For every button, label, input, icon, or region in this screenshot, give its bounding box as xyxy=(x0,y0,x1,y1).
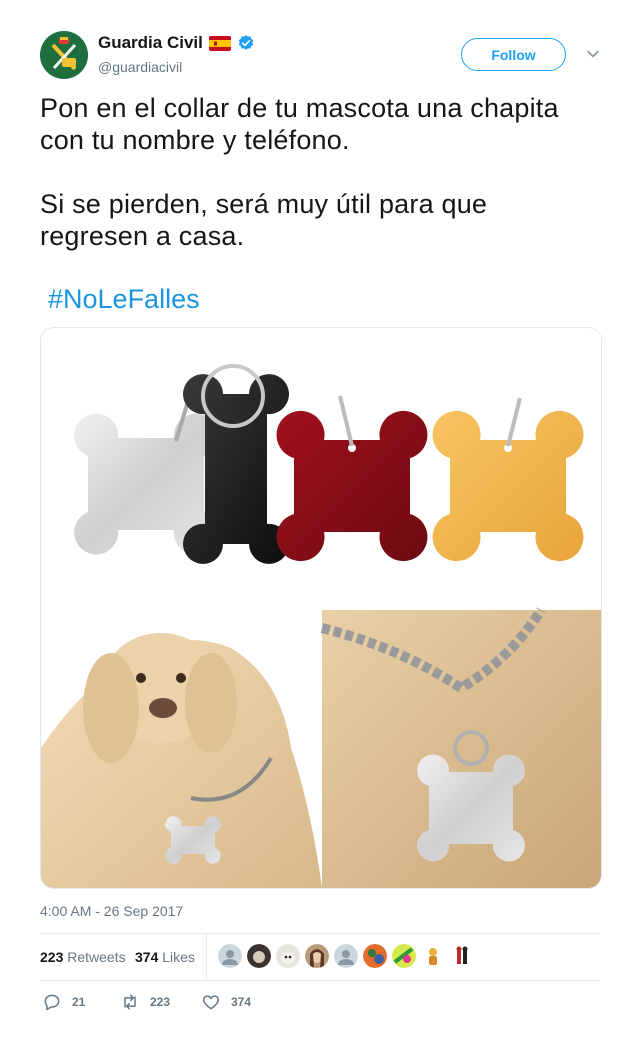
likes-label: Likes xyxy=(162,949,195,965)
retweets-label: Retweets xyxy=(67,949,126,965)
tweet-text-line-1: Pon en el collar de tu mascota una chapi… xyxy=(40,93,559,155)
heart-icon xyxy=(202,995,220,1010)
tweet-text: Pon en el collar de tu mascota una chapi… xyxy=(40,92,600,252)
tweet-text-line-2: Si se pierden, será muy útil para que re… xyxy=(40,189,488,251)
liker-avatar[interactable] xyxy=(392,944,416,968)
chevron-down-icon[interactable] xyxy=(586,47,600,61)
liker-avatar[interactable] xyxy=(363,944,387,968)
retweet-icon xyxy=(124,994,136,1010)
pet-tags-photo xyxy=(41,328,601,888)
liker-avatar[interactable] xyxy=(305,944,329,968)
retweets-stat[interactable]: 223 Retweets xyxy=(40,949,126,965)
reply-count: 21 xyxy=(72,995,86,1009)
retweets-count: 223 xyxy=(40,949,64,965)
user-handle[interactable]: @guardiacivil xyxy=(98,59,182,75)
follow-button[interactable]: Follow xyxy=(461,38,566,71)
reply-icon xyxy=(44,994,60,1011)
retweet-count: 223 xyxy=(150,995,171,1009)
stats-divider xyxy=(206,934,207,980)
tweet-header: Guardia Civil @guardiacivil Follow xyxy=(40,31,600,81)
tweet-media-image[interactable] xyxy=(40,327,602,889)
liker-avatar[interactable] xyxy=(247,944,271,968)
name-row: Guardia Civil xyxy=(98,33,255,53)
liker-avatar[interactable] xyxy=(334,944,358,968)
tweet-timestamp[interactable]: 4:00 AM - 26 Sep 2017 xyxy=(40,903,183,919)
retweet-button[interactable]: 223 xyxy=(120,992,170,1012)
like-count: 374 xyxy=(231,995,252,1009)
liker-avatar[interactable] xyxy=(276,944,300,968)
tweet-stats: 223 Retweets 374 Likes xyxy=(40,933,600,981)
display-name[interactable]: Guardia Civil xyxy=(98,33,203,53)
likes-count: 374 xyxy=(135,949,159,965)
liker-avatar[interactable] xyxy=(218,944,242,968)
verified-badge-icon xyxy=(238,35,254,50)
spain-flag-icon xyxy=(208,35,231,51)
like-button[interactable]: 374 xyxy=(201,992,251,1012)
tweet-actions: 21 223 374 xyxy=(40,990,600,1014)
avatar[interactable] xyxy=(40,31,88,79)
liker-avatars xyxy=(218,944,474,968)
likes-stat[interactable]: 374 Likes xyxy=(135,949,195,965)
guardia-civil-emblem-icon xyxy=(40,31,88,79)
liker-avatar[interactable] xyxy=(421,944,445,968)
liker-avatar[interactable] xyxy=(450,944,474,968)
hashtag-link[interactable]: #NoLeFalles xyxy=(48,284,200,315)
reply-button[interactable]: 21 xyxy=(42,992,85,1012)
